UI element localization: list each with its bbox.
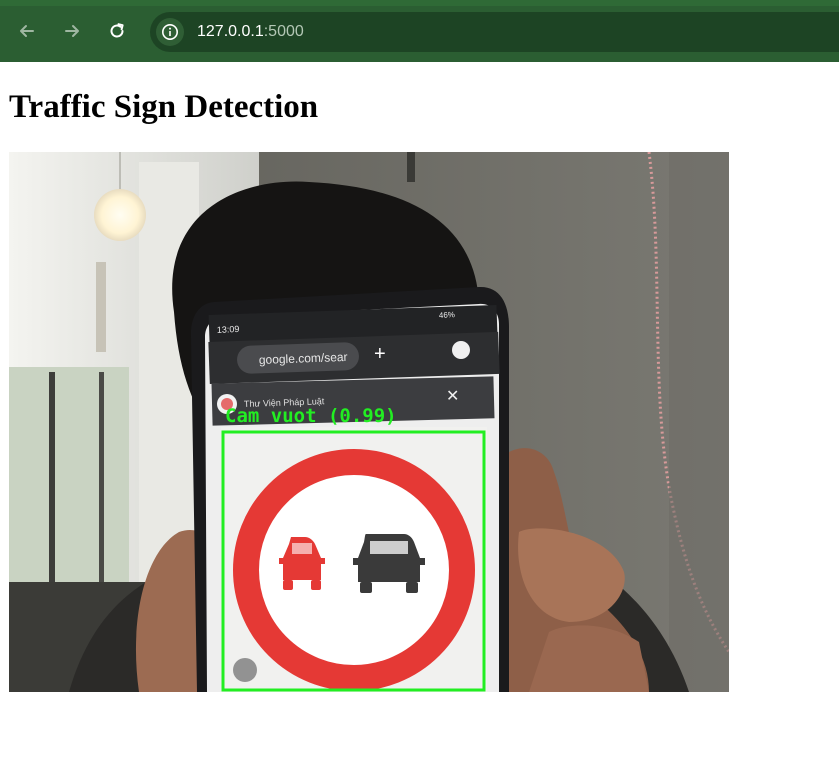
site-info-button[interactable] [156, 18, 184, 46]
phone-menu-icon [452, 341, 470, 359]
browser-toolbar: 127.0.0.1:5000 [0, 0, 839, 62]
arrow-left-icon [20, 25, 34, 37]
window [9, 367, 129, 607]
detection-label: Cam vuot (0.99) [225, 405, 397, 427]
phone-status-time: 13:09 [217, 324, 240, 335]
phone-new-tab-icon: + [374, 343, 386, 365]
back-button[interactable] [12, 16, 42, 46]
url-text[interactable]: 127.0.0.1:5000 [197, 22, 304, 42]
page-title: Traffic Sign Detection [9, 89, 319, 125]
forward-button[interactable] [57, 16, 87, 46]
arrow-right-icon [65, 25, 79, 37]
camera-frame: 13:09 46% google.com/sear + Thư Viện Phá… [9, 152, 729, 692]
url-port: :5000 [263, 23, 304, 40]
url-host: 127.0.0.1 [197, 23, 264, 40]
phone-status-battery: 46% [439, 310, 455, 320]
phone-close-icon: ✕ [446, 388, 459, 405]
reload-button[interactable] [102, 16, 132, 46]
ceiling-lamp [94, 189, 146, 241]
tab-strip [0, 0, 839, 6]
address-bar[interactable]: 127.0.0.1:5000 [150, 12, 839, 52]
reload-icon [110, 23, 124, 38]
lens-icon [233, 658, 257, 682]
video-feed: 13:09 46% google.com/sear + Thư Viện Phá… [9, 152, 729, 692]
no-overtaking-sign [233, 449, 475, 691]
info-icon [162, 24, 178, 40]
